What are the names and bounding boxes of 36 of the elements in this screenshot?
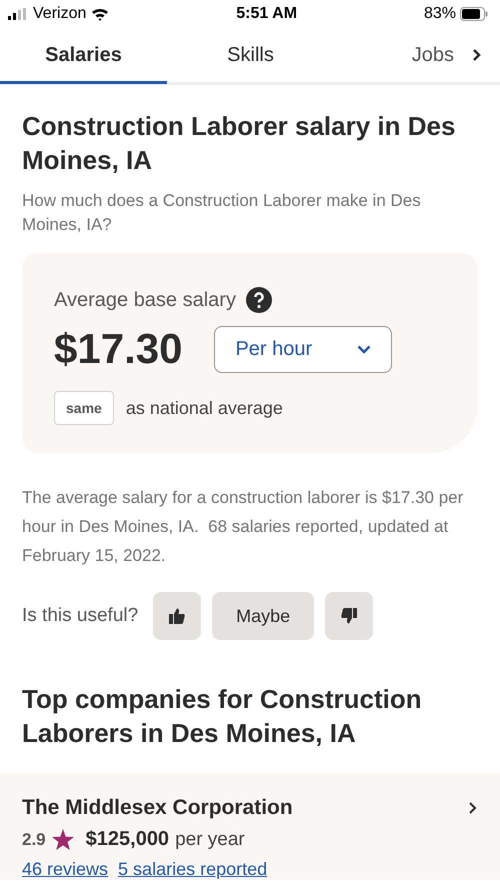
tab[interactable]: Skills (167, 30, 334, 84)
thumbs-up-icon (169, 608, 186, 624)
thumbs-down-icon (341, 608, 358, 624)
maybe-button[interactable]: Maybe (212, 592, 314, 640)
tab[interactable]: Jobs (334, 30, 454, 84)
battery-percent: 83% (424, 5, 456, 23)
thumbs-up-button[interactable] (153, 592, 202, 640)
comparison-badge: same (54, 391, 114, 425)
reviews-link[interactable]: 46 reviews (22, 859, 108, 880)
star-icon (52, 829, 74, 850)
company-rating: 2.9 (22, 830, 46, 850)
chevron-down-icon (357, 344, 372, 354)
wifi-icon (91, 7, 110, 21)
chevron-right-icon[interactable] (468, 801, 478, 815)
salary-period: per year (175, 828, 245, 850)
salary-amount: $17.30 (54, 325, 182, 373)
help-icon[interactable] (246, 287, 272, 313)
thumbs-down-button[interactable] (325, 592, 374, 640)
section-heading: Top companies for Construction Laborers in Des Moines, IA (22, 683, 423, 750)
salaries-link[interactable]: 5 salaries reported (118, 859, 268, 880)
comparison-text: as national average (126, 398, 283, 418)
page-subtitle: How much does a Construction Laborer make in Des Moines, IA? (22, 190, 422, 236)
salary-summary: The average salary for a construction laborer is $17.30 per hour in Des Moines, IA. 68 salaries reported, updated at February 15, 2022. (22, 487, 464, 567)
company-salary: $125,000 (86, 828, 170, 851)
chevron-right-icon[interactable] (472, 48, 482, 62)
feedback-question: Is this useful? (22, 605, 138, 627)
clock-time: 5:51 AM (236, 5, 298, 23)
company-card[interactable]: The Middlesex Corporation 2.9 $125,000 per year 46 reviews 5 salaries reported (0, 774, 500, 880)
carrier-name: Verizon (33, 5, 86, 23)
tab[interactable]: Salaries (0, 30, 167, 84)
signal-icon (8, 8, 28, 20)
salary-label: Average base salary (54, 288, 236, 312)
company-name: The Middlesex Corporation (22, 796, 293, 820)
page-title: Construction Laborer salary in Des Moines, IA (22, 110, 456, 177)
battery-icon (460, 7, 488, 21)
period-dropdown[interactable]: Per hour (214, 326, 392, 372)
